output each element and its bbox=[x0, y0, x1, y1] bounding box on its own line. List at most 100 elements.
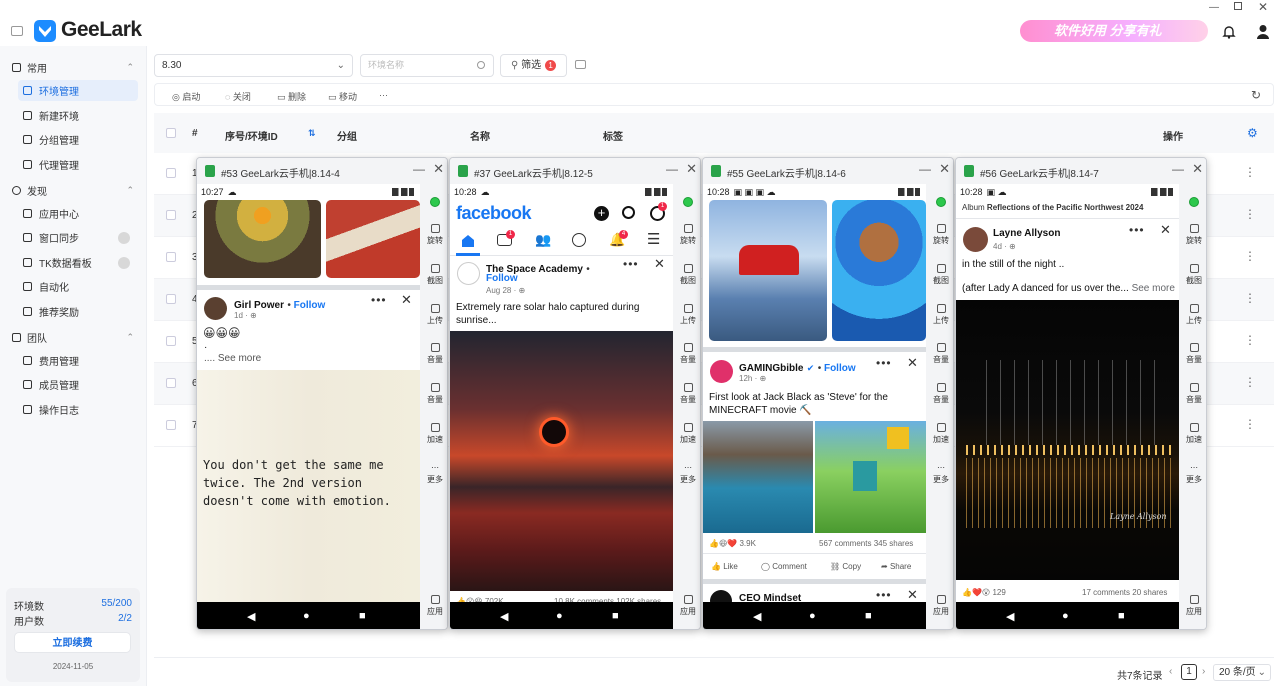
more-actions-button[interactable]: ··· bbox=[379, 90, 388, 100]
post-image[interactable]: Layne Allyson bbox=[956, 300, 1179, 580]
more-options-icon[interactable]: ••• bbox=[876, 356, 892, 370]
minimize-icon[interactable]: — bbox=[1209, 2, 1219, 13]
screenshot-button[interactable]: 截图 bbox=[927, 264, 953, 286]
back-icon[interactable]: ◀ bbox=[753, 610, 761, 623]
speedup-button[interactable]: 加速 bbox=[421, 423, 447, 445]
more-options-icon[interactable]: ••• bbox=[1129, 223, 1145, 237]
delete-button[interactable]: ▭ 删除 bbox=[277, 90, 306, 103]
volume-down-button[interactable]: 音量 bbox=[674, 343, 700, 365]
minimize-icon[interactable]: — bbox=[1172, 162, 1184, 176]
row-checkbox[interactable] bbox=[166, 378, 176, 388]
sidebar-item-members[interactable]: 成员管理 bbox=[18, 374, 138, 395]
speedup-button[interactable]: 加速 bbox=[674, 423, 700, 445]
refresh-icon[interactable]: ↻ bbox=[1251, 88, 1261, 102]
apps-button[interactable]: 应用 bbox=[1180, 595, 1206, 617]
nav-group-discover[interactable]: 发现 ⌃ bbox=[12, 183, 134, 198]
close-icon[interactable]: ✕ bbox=[939, 161, 950, 177]
more-options-icon[interactable]: ••• bbox=[371, 293, 387, 307]
clear-filter-icon[interactable] bbox=[575, 60, 586, 69]
promo-banner[interactable]: 软件好用 分享有礼 bbox=[1020, 20, 1208, 42]
recents-icon[interactable]: ■ bbox=[1118, 610, 1125, 622]
like-button[interactable]: 👍 Like bbox=[711, 562, 738, 571]
avatar[interactable] bbox=[963, 227, 988, 252]
upload-button[interactable]: 上传 bbox=[421, 304, 447, 326]
apps-button[interactable]: 应用 bbox=[927, 595, 953, 617]
more-options-icon[interactable]: ••• bbox=[876, 588, 892, 602]
close-icon[interactable]: ✕ bbox=[433, 161, 444, 177]
minimize-icon[interactable]: — bbox=[666, 162, 678, 176]
phone-screen[interactable]: 10:28 ▣ ▣ ▣ ☁ GAMINGbible ✔ • Follow 12h … bbox=[703, 184, 926, 629]
home-tab-icon[interactable] bbox=[460, 233, 476, 249]
sidebar-item-automation[interactable]: 自动化 bbox=[18, 276, 138, 297]
home-icon[interactable]: ● bbox=[303, 610, 310, 622]
upload-button[interactable]: 上传 bbox=[927, 304, 953, 326]
more-button[interactable]: ⋯ 更多 bbox=[674, 463, 700, 485]
sidebar-item-env-manage[interactable]: 环境管理 bbox=[18, 80, 138, 101]
sort-icon[interactable]: ⇅ bbox=[308, 128, 316, 139]
see-more-link[interactable]: .... See more bbox=[204, 353, 261, 364]
post-image[interactable] bbox=[703, 421, 813, 533]
phone-window-53[interactable]: #53 GeeLark云手机|8.14-4 — ✕ 10:27 ☁ Girl Po… bbox=[196, 157, 448, 630]
user-avatar-icon[interactable] bbox=[1256, 24, 1270, 39]
filter-button[interactable]: ⚲ 筛选 1 bbox=[500, 54, 567, 77]
page-number[interactable]: 1 bbox=[1181, 664, 1197, 680]
row-checkbox[interactable] bbox=[166, 168, 176, 178]
sidebar-item-logs[interactable]: 操作日志 bbox=[18, 399, 138, 420]
sidebar-item-billing[interactable]: 费用管理 bbox=[18, 350, 138, 371]
sidebar-item-new-env[interactable]: 新建环境 bbox=[18, 105, 138, 126]
volume-down-button[interactable]: 音量 bbox=[1180, 343, 1206, 365]
row-checkbox[interactable] bbox=[166, 210, 176, 220]
screenshot-button[interactable]: 截图 bbox=[421, 264, 447, 286]
more-button[interactable]: ⋯ 更多 bbox=[421, 463, 447, 485]
sidebar-item-app-center[interactable]: 应用中心 bbox=[18, 203, 138, 224]
row-more-icon[interactable]: ⋮ bbox=[1244, 417, 1256, 431]
row-more-icon[interactable]: ⋮ bbox=[1244, 249, 1256, 263]
home-icon[interactable]: ● bbox=[1062, 610, 1069, 622]
volume-down-button[interactable]: 音量 bbox=[421, 343, 447, 365]
phone-screen[interactable]: 10:28 ▣ ☁ Album Reflections of the Pacifi… bbox=[956, 184, 1179, 629]
more-button[interactable]: ⋯ 更多 bbox=[1180, 463, 1206, 485]
rotate-button[interactable]: 旋转 bbox=[674, 224, 700, 246]
phone-window-55[interactable]: #55 GeeLark云手机|8.14-6 — ✕ 10:28 ▣ ▣ ▣ ☁ G… bbox=[702, 157, 954, 630]
back-icon[interactable]: ◀ bbox=[1006, 610, 1014, 623]
phone-titlebar[interactable]: #56 GeeLark云手机|8.14-7 — ✕ bbox=[956, 158, 1206, 184]
avatar[interactable] bbox=[204, 297, 227, 320]
avatar[interactable] bbox=[457, 262, 480, 285]
row-more-icon[interactable]: ⋮ bbox=[1244, 165, 1256, 179]
reel-thumbnail[interactable] bbox=[204, 200, 321, 278]
phone-titlebar[interactable]: #37 GeeLark云手机|8.12-5 — ✕ bbox=[450, 158, 700, 184]
friends-tab-icon[interactable]: 👥 bbox=[535, 232, 551, 248]
back-icon[interactable]: ◀ bbox=[247, 610, 255, 623]
volume-up-button[interactable]: 音量 bbox=[927, 383, 953, 405]
close-icon[interactable]: ✕ bbox=[686, 161, 697, 177]
close-icon[interactable]: ✕ bbox=[401, 292, 412, 308]
row-checkbox[interactable] bbox=[166, 336, 176, 346]
home-icon[interactable]: ● bbox=[556, 610, 563, 622]
close-window-icon[interactable]: ✕ bbox=[1258, 0, 1268, 14]
profile-tab-icon[interactable] bbox=[572, 233, 586, 247]
copy-button[interactable]: ⛓ Copy bbox=[830, 562, 861, 571]
post-author[interactable]: Layne Allyson bbox=[993, 228, 1060, 239]
row-checkbox[interactable] bbox=[166, 294, 176, 304]
recents-icon[interactable]: ■ bbox=[359, 610, 366, 622]
screenshot-button[interactable]: 截图 bbox=[674, 264, 700, 286]
close-icon[interactable]: ✕ bbox=[907, 355, 918, 371]
post-image[interactable] bbox=[450, 331, 673, 591]
rotate-button[interactable]: 旋转 bbox=[1180, 224, 1206, 246]
more-button[interactable]: ⋯ 更多 bbox=[927, 463, 953, 485]
upload-button[interactable]: 上传 bbox=[1180, 304, 1206, 326]
volume-up-button[interactable]: 音量 bbox=[1180, 383, 1206, 405]
phone-window-37[interactable]: #37 GeeLark云手机|8.12-5 — ✕ 10:28 ☁ faceboo… bbox=[449, 157, 701, 630]
follow-button[interactable]: Follow bbox=[486, 273, 518, 284]
close-icon[interactable]: ✕ bbox=[654, 256, 665, 272]
row-more-icon[interactable]: ⋮ bbox=[1244, 207, 1256, 221]
speedup-button[interactable]: 加速 bbox=[1180, 423, 1206, 445]
next-page-icon[interactable]: › bbox=[1202, 666, 1205, 677]
speedup-button[interactable]: 加速 bbox=[927, 423, 953, 445]
stop-button[interactable]: ◌ 关闭 bbox=[225, 90, 251, 103]
search-icon[interactable] bbox=[622, 206, 635, 219]
avatar[interactable] bbox=[710, 360, 733, 383]
start-button[interactable]: ◎ 启动 bbox=[172, 90, 200, 103]
apps-button[interactable]: 应用 bbox=[421, 595, 447, 617]
close-icon[interactable]: ✕ bbox=[1192, 161, 1203, 177]
